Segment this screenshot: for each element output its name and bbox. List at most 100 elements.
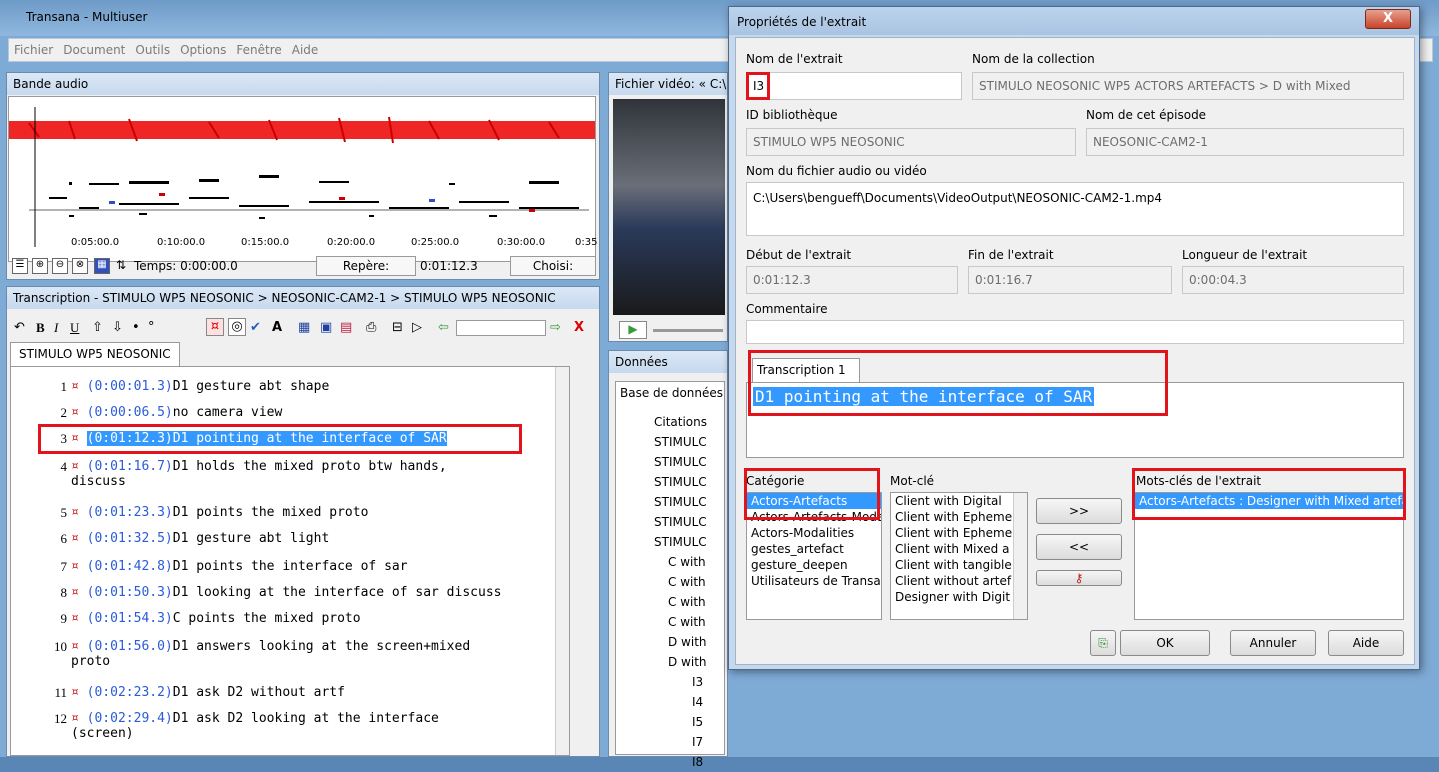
comment-field[interactable] — [746, 320, 1404, 344]
list-item[interactable]: Client with Epheme — [891, 509, 1027, 525]
close-icon[interactable]: X — [574, 320, 584, 335]
tree-item[interactable]: STIMULC — [654, 512, 707, 532]
tree-item[interactable]: C with — [654, 612, 707, 632]
timecode[interactable]: (0:01:42.8) — [87, 559, 173, 574]
tree-item[interactable]: C with — [654, 592, 707, 612]
italic-icon[interactable]: I — [54, 320, 58, 336]
keyword-list[interactable]: Client with Digital Client with Epheme C… — [890, 492, 1028, 620]
tree-item[interactable]: I7 — [654, 732, 707, 752]
tree-item[interactable]: D with — [654, 652, 707, 672]
forward-icon[interactable]: ⇨ — [550, 320, 561, 335]
tree-item[interactable]: C with — [654, 552, 707, 572]
split-icon[interactable]: ⊟ — [392, 320, 403, 335]
list-item[interactable]: Client without artef — [891, 573, 1027, 589]
file-field[interactable]: C:\Users\bengueff\Documents\VideoOutput\… — [746, 182, 1404, 236]
timecode[interactable]: (0:01:32.5) — [87, 531, 173, 546]
add-keyword-button[interactable]: >> — [1036, 498, 1122, 524]
list-item[interactable]: Client with Digital — [891, 493, 1027, 509]
timecode[interactable]: (0:02:29.4) — [87, 711, 173, 726]
underline-icon[interactable]: U — [70, 320, 79, 336]
dot-icon[interactable]: • — [132, 320, 140, 335]
video-frame[interactable] — [613, 99, 725, 315]
close-button[interactable]: X — [1365, 9, 1411, 29]
zoom-in-icon[interactable]: ⊕ — [32, 258, 48, 274]
scrollbar[interactable] — [1013, 493, 1027, 619]
list-icon[interactable]: ☰ — [12, 258, 28, 274]
refresh-icon[interactable]: ⇅ — [116, 258, 126, 272]
zoom-icon[interactable]: ⊗ — [72, 258, 88, 274]
tree-list[interactable]: Citations STIMULC STIMULC STIMULC STIMUL… — [654, 412, 707, 772]
cut-icon[interactable]: ▣ — [320, 320, 332, 335]
play-icon[interactable]: ▷ — [412, 320, 422, 335]
timecode[interactable]: (0:02:23.2) — [87, 685, 173, 700]
scrollbar[interactable] — [555, 367, 569, 755]
print-icon[interactable]: ⎙ — [366, 320, 376, 335]
menu-options[interactable]: Options — [175, 39, 231, 61]
clipboard-icon[interactable]: ⎘ — [1090, 630, 1116, 656]
menu-file[interactable]: Fichier — [9, 39, 58, 61]
tree-item[interactable]: I4 — [654, 692, 707, 712]
list-item[interactable]: Client with Epheme — [891, 525, 1027, 541]
list-item[interactable]: Designer with Digit — [891, 589, 1027, 605]
list-item[interactable]: Client with Mixed a — [891, 541, 1027, 557]
library-field[interactable]: STIMULO WP5 NEOSONIC — [746, 128, 1076, 156]
tree-item[interactable]: I8 — [654, 752, 707, 772]
timecode[interactable]: (0:01:56.0) — [87, 639, 173, 654]
film-icon[interactable]: ▦ — [298, 320, 310, 335]
timecode[interactable]: (0:01:50.3) — [87, 585, 173, 600]
tree-item[interactable]: I5 — [654, 712, 707, 732]
tab-database[interactable]: Base de données — [620, 386, 723, 400]
help-button[interactable]: Aide — [1328, 630, 1404, 656]
degree-icon[interactable]: ° — [148, 320, 155, 335]
tree-item[interactable]: STIMULC — [654, 472, 707, 492]
timecode-icon[interactable]: ¤ — [206, 318, 224, 336]
list-item[interactable]: gestes_artefact — [747, 541, 881, 557]
tree-item[interactable]: STIMULC — [654, 532, 707, 552]
waveform[interactable]: 0:05:00.0 0:10:00.0 0:15:00.0 0:20:00.0 … — [8, 96, 597, 262]
tree-item[interactable]: STIMULC — [654, 452, 707, 472]
tree-item[interactable]: STIMULC — [654, 492, 707, 512]
list-item[interactable]: Actors-Modalities — [747, 525, 881, 541]
end-field[interactable]: 0:01:16.7 — [968, 266, 1172, 294]
check-icon[interactable]: ✔ — [250, 320, 261, 335]
save-icon[interactable]: ▤ — [340, 320, 352, 335]
menu-tools[interactable]: Outils — [130, 39, 175, 61]
back-icon[interactable]: ⇦ — [438, 320, 449, 335]
timecode[interactable]: (0:00:01.3) — [87, 379, 173, 394]
font-icon[interactable]: A — [272, 320, 282, 335]
timecode[interactable]: (0:01:16.7) — [87, 459, 173, 474]
key-icon[interactable]: ⚷ — [1036, 570, 1122, 586]
clip-name-field[interactable]: I3 — [746, 72, 962, 100]
tree-item[interactable]: STIMULC — [654, 432, 707, 452]
timecode[interactable]: (0:01:54.3) — [87, 611, 173, 626]
tree-item[interactable]: I3 — [654, 672, 707, 692]
tree-item[interactable]: C with — [654, 572, 707, 592]
list-item[interactable]: Utilisateurs de Transar — [747, 573, 881, 589]
length-field[interactable]: 0:00:04.3 — [1182, 266, 1404, 294]
ok-button[interactable]: OK — [1120, 630, 1210, 656]
tree-item[interactable]: Citations — [654, 412, 707, 432]
collection-field[interactable]: STIMULO NEOSONIC WP5 ACTORS ARTEFACTS > … — [972, 72, 1404, 100]
menu-help[interactable]: Aide — [287, 39, 324, 61]
play-button[interactable]: ▶ — [619, 321, 647, 339]
tab-transcript[interactable]: STIMULO WP5 NEOSONIC — [10, 342, 180, 366]
menu-document[interactable]: Document — [58, 39, 130, 61]
episode-field[interactable]: NEOSONIC-CAM2-1 — [1086, 128, 1404, 156]
film-icon[interactable]: ▦ — [94, 258, 110, 274]
bold-icon[interactable]: B — [36, 320, 45, 336]
cancel-button[interactable]: Annuler — [1230, 630, 1316, 656]
data-tree[interactable]: Base de données Citations STIMULC STIMUL… — [615, 381, 725, 769]
timecode[interactable]: (0:01:23.3) — [87, 505, 173, 520]
undo-icon[interactable]: ↶ — [14, 320, 25, 335]
timecode[interactable]: (0:00:06.5) — [87, 405, 173, 420]
list-item[interactable]: gesture_deepen — [747, 557, 881, 573]
video-slider[interactable] — [653, 329, 723, 332]
start-field[interactable]: 0:01:12.3 — [746, 266, 958, 294]
arrow-up-icon[interactable]: ⇧ — [92, 320, 103, 335]
remove-keyword-button[interactable]: << — [1036, 534, 1122, 560]
arrow-down-icon[interactable]: ⇩ — [112, 320, 123, 335]
list-item[interactable]: Client with tangible — [891, 557, 1027, 573]
zoom-out-icon[interactable]: ⊖ — [52, 258, 68, 274]
tree-item[interactable]: D with — [654, 632, 707, 652]
search-input[interactable] — [456, 320, 546, 336]
